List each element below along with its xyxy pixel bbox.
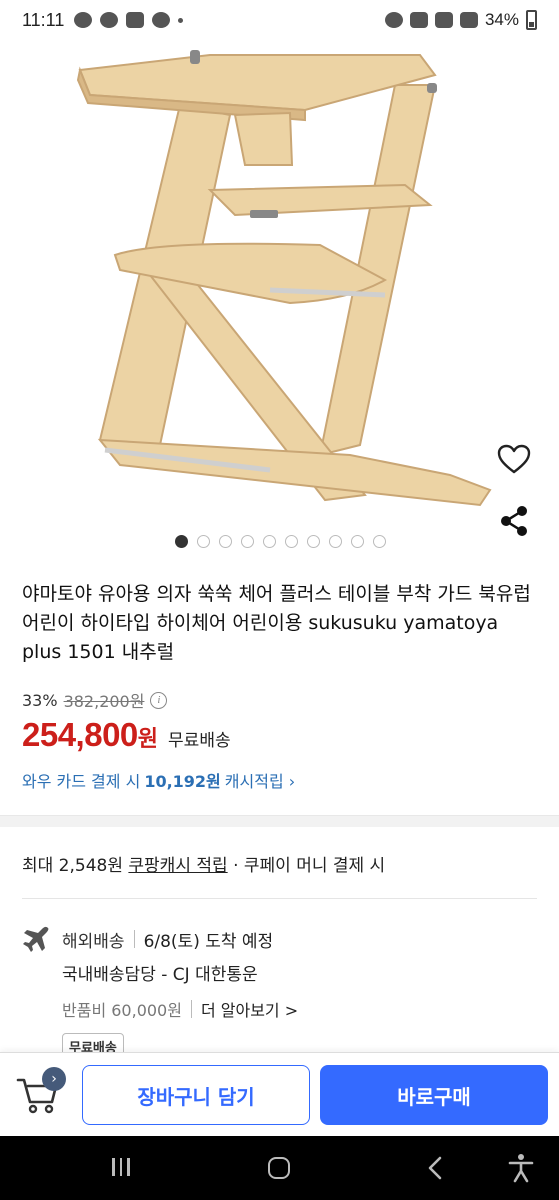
original-price: 382,200원 [63, 692, 145, 711]
info-icon[interactable]: i [150, 691, 168, 709]
sale-price-row: 254,800 원 무료배송 [22, 716, 231, 754]
more-notifications-icon [178, 17, 184, 23]
return-fee: 반품비 60,000원 [62, 1001, 182, 1020]
divider [22, 898, 537, 899]
carousel-dot[interactable] [329, 535, 342, 548]
carousel-dot[interactable] [219, 535, 232, 548]
recents-button[interactable] [112, 1158, 130, 1176]
heart-icon [497, 444, 531, 474]
add-to-cart-button[interactable]: 장바구니 담기 [82, 1065, 310, 1125]
wishlist-button[interactable] [493, 438, 535, 480]
battery-percent: 34% [484, 10, 519, 29]
domestic-carrier: 국내배송담당 - CJ 대한통운 [62, 965, 258, 985]
carousel-dot[interactable] [285, 535, 298, 548]
coupang-cash-link[interactable]: 쿠팡캐시 적립 [128, 856, 227, 876]
sale-price: 254,800 [22, 716, 138, 753]
carousel-dot[interactable] [351, 535, 364, 548]
status-bar: 11:11 34% [0, 0, 559, 40]
discount-row: 33% 382,200원 i [22, 688, 168, 712]
battery-icon [526, 10, 537, 30]
carousel-dot[interactable] [263, 535, 276, 548]
app-icon [152, 12, 171, 28]
back-nav-icon[interactable] [427, 1156, 443, 1180]
carousel-dot[interactable] [197, 535, 210, 548]
product-title: 야마토야 유아용 의자 쑥쑥 체어 플러스 테이블 부착 가드 북유럽 어린이 … [22, 583, 531, 663]
section-divider [0, 815, 559, 827]
home-button[interactable] [503, 45, 543, 85]
mute-icon [409, 12, 428, 28]
carousel-dot[interactable] [175, 535, 188, 548]
wifi-icon [434, 12, 453, 28]
cash-reward-row: 최대 2,548원 쿠팡캐시 적립 · 쿠페이 머니 결제 시 [22, 851, 385, 876]
learn-more-link[interactable]: 더 알아보기 > [201, 997, 298, 1021]
home-icon [509, 51, 537, 80]
airplane-icon [23, 926, 49, 952]
chat-icon [74, 12, 93, 28]
bottom-action-bar: › 장바구니 담기 바로구매 [0, 1052, 559, 1136]
product-image [76, 50, 492, 507]
signal-icon [459, 12, 478, 28]
status-time: 11:11 [22, 9, 65, 30]
carousel-dot[interactable] [373, 535, 386, 548]
chevron-left-icon [23, 49, 41, 81]
arrival-date: 6/8(토) 도착 예정 [143, 931, 274, 952]
alarm-icon [384, 12, 403, 28]
sale-price-unit: 원 [137, 727, 159, 752]
notification-icons [74, 12, 184, 28]
home-nav-button[interactable] [268, 1157, 290, 1179]
free-shipping-label: 무료배송 [168, 731, 231, 751]
gallery-icon [126, 12, 145, 28]
separator [190, 1000, 192, 1018]
search-icon [443, 51, 472, 80]
carousel-dot[interactable] [307, 535, 320, 548]
wow-card-amount: 10,192원 [144, 772, 221, 791]
shipping-row: 해외배송 6/8(토) 도착 예정 [22, 925, 273, 953]
talk-icon [100, 12, 119, 28]
carousel-indicator [175, 535, 386, 548]
wow-card-suffix: 캐시적립 › [224, 772, 296, 791]
separator [133, 930, 135, 948]
wow-card-cashback-link[interactable]: 와우 카드 결제 시 10,192원 캐시적립 › [22, 768, 295, 792]
return-fee-row: 반품비 60,000원 더 알아보기 > [62, 997, 298, 1021]
cash-suffix: · 쿠페이 머니 결제 시 [233, 856, 386, 876]
accessibility-icon[interactable] [508, 1153, 534, 1183]
product-image-carousel[interactable] [0, 0, 559, 560]
carousel-dot[interactable] [241, 535, 254, 548]
share-icon [501, 506, 527, 536]
cart-badge[interactable]: › [42, 1067, 66, 1091]
shipping-type: 해외배송 [62, 931, 125, 952]
back-button[interactable] [12, 45, 52, 85]
system-navigation-bar [0, 1136, 559, 1200]
share-button[interactable] [493, 500, 535, 542]
search-button[interactable] [437, 45, 477, 85]
wow-card-prefix: 와우 카드 결제 시 [22, 772, 141, 791]
cash-prefix: 최대 2,548원 [22, 856, 123, 876]
discount-rate: 33% [22, 690, 58, 710]
buy-now-button[interactable]: 바로구매 [320, 1065, 548, 1125]
